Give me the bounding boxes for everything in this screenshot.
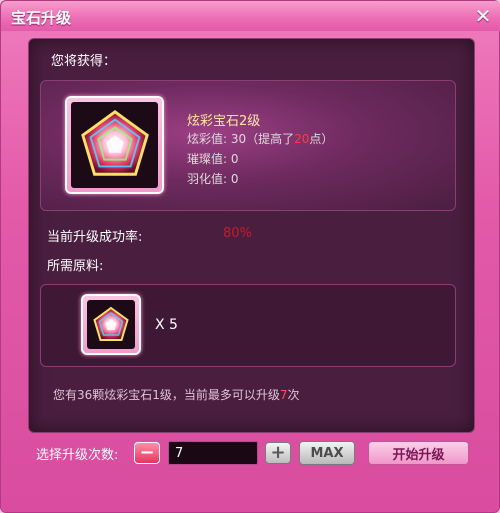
reward-heading: 您将获得： — [51, 54, 117, 69]
material-gem-slot[interactable] — [81, 294, 141, 355]
decrease-button[interactable]: − — [134, 442, 160, 464]
stat-colorful-increase: 20 — [294, 132, 310, 146]
stat-brilliance: 璀璨值: 0 — [187, 152, 239, 166]
title-bar: 宝石升级 ✕ — [1, 1, 500, 31]
stat-colorful: 炫彩值: 30（提高了20点） — [187, 130, 333, 147]
stat-feather: 羽化值: 0 — [187, 172, 239, 186]
reward-box: 炫彩宝石2级 炫彩值: 30（提高了20点） 璀璨值: 0 羽化值: 0 — [40, 80, 456, 211]
main-panel: 您将获得： 炫彩宝石2级 炫彩值: 30（提高了20点） 璀璨值: 0 羽化值:… — [28, 38, 475, 433]
upgrade-count-input[interactable] — [168, 441, 258, 465]
reward-gem-slot[interactable] — [65, 96, 164, 194]
colorful-gem-icon — [93, 306, 129, 341]
gem-upgrade-dialog: 宝石升级 ✕ 您将获得： 炫彩宝石2级 炫彩值: 30（提高了20点） 璀璨值:… — [0, 0, 500, 513]
upgrade-hint-prefix: 您有36颗炫彩宝石1级，当前最多可以升级 — [53, 388, 280, 402]
material-quantity: X 5 — [155, 317, 178, 333]
start-upgrade-button[interactable]: 开始升级 — [368, 441, 469, 465]
window-title: 宝石升级 — [11, 9, 72, 27]
material-gem-icon-frame — [87, 300, 135, 349]
upgrade-count-label: 选择升级次数: — [36, 448, 119, 463]
max-button[interactable]: MAX — [299, 441, 355, 465]
upgrade-hint: 您有36颗炫彩宝石1级，当前最多可以升级7次 — [53, 386, 300, 403]
close-icon[interactable]: ✕ — [473, 6, 493, 26]
success-rate-label: 当前升级成功率: — [47, 230, 143, 245]
reward-gem-name: 炫彩宝石2级 — [187, 114, 261, 129]
reward-gem-icon-frame — [71, 102, 158, 188]
stat-colorful-suffix: 点） — [309, 132, 334, 146]
materials-box: X 5 — [40, 284, 456, 367]
stat-colorful-prefix: 炫彩值: 30（提高了 — [187, 132, 295, 146]
upgrade-hint-suffix: 次 — [287, 388, 300, 402]
upgrade-hint-count: 7 — [279, 388, 288, 402]
success-rate-value: 80% — [223, 226, 252, 241]
materials-heading: 所需原料: — [47, 259, 104, 274]
increase-button[interactable]: + — [265, 442, 291, 464]
colorful-gem-icon — [80, 110, 149, 176]
